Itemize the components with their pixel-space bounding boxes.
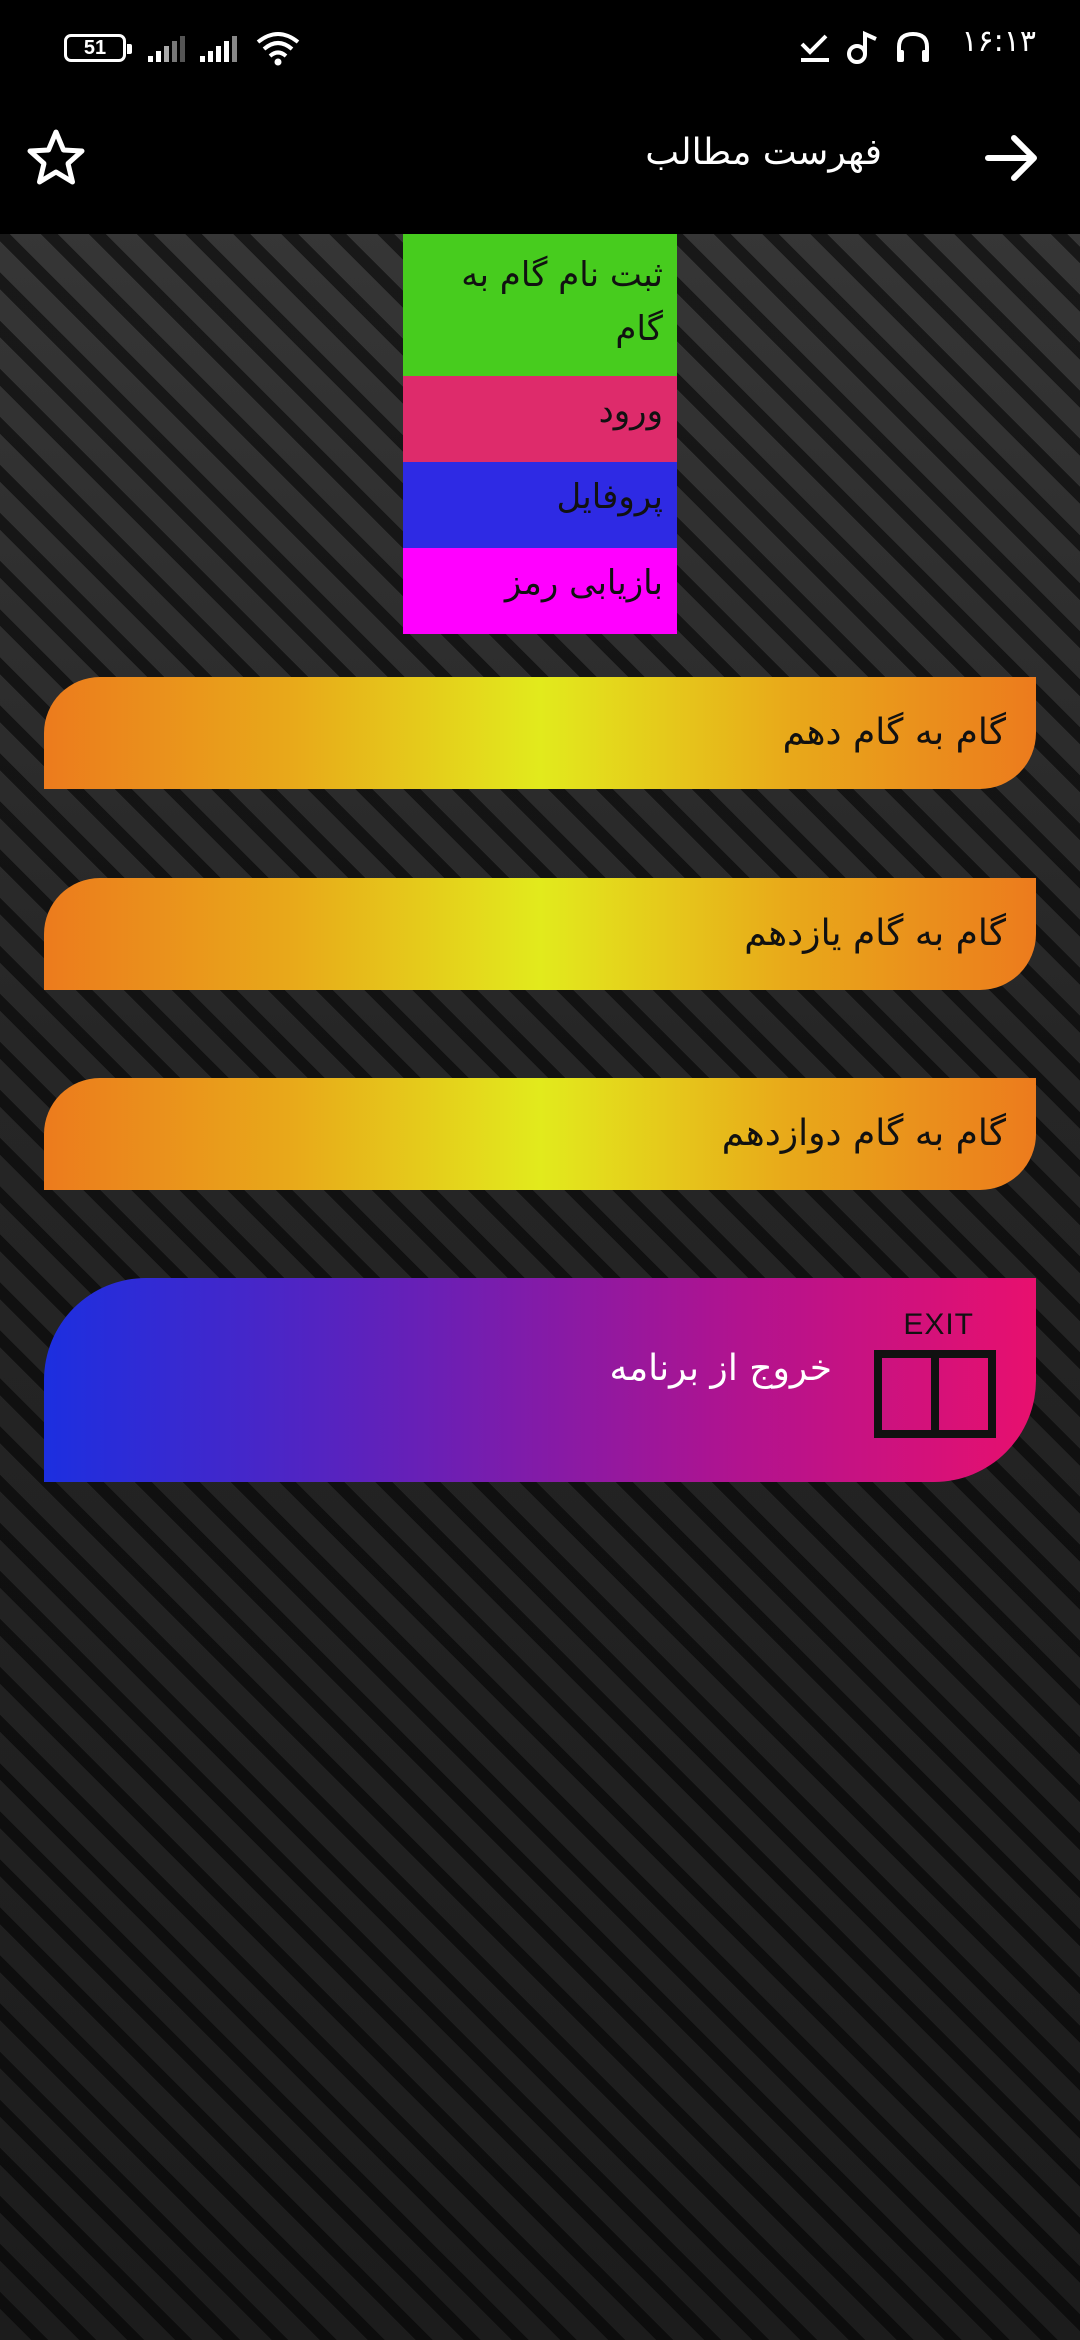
exit-app-button[interactable]: خروج از برنامه EXIT <box>44 1278 1036 1482</box>
favorite-star-icon[interactable] <box>24 126 88 190</box>
wifi-icon <box>256 32 300 66</box>
step-eleventh-button[interactable]: گام به گام یازدهم <box>44 878 1036 990</box>
app-screen: 51 ۱۶:۱۳ فهرست مطالب ثبت نام گام به گام … <box>0 0 1080 2340</box>
menu-item-password-recovery[interactable]: بازیابی رمز <box>403 548 677 634</box>
top-menu: ثبت نام گام به گام ورود پروفایل بازیابی … <box>403 234 677 634</box>
page-title: فهرست مطالب <box>645 132 882 173</box>
step-twelfth-button[interactable]: گام به گام دوازدهم <box>44 1078 1036 1190</box>
exit-app-label: خروج از برنامه <box>609 1348 832 1389</box>
status-time: ۱۶:۱۳ <box>961 24 1036 59</box>
cell-signal-icon-2 <box>200 36 237 62</box>
download-done-icon <box>800 34 829 62</box>
step-tenth-button[interactable]: گام به گام دهم <box>44 677 1036 789</box>
exit-door-icon <box>874 1350 996 1438</box>
back-arrow-icon[interactable] <box>980 126 1044 190</box>
battery-icon: 51 <box>64 34 132 62</box>
battery-level: 51 <box>83 37 107 59</box>
music-note-icon <box>847 30 877 64</box>
menu-item-profile[interactable]: پروفایل <box>403 462 677 548</box>
menu-item-login[interactable]: ورود <box>403 376 677 462</box>
headset-icon <box>897 31 929 62</box>
cell-signal-icon <box>148 36 185 62</box>
menu-item-register[interactable]: ثبت نام گام به گام <box>403 234 677 376</box>
toolbar: فهرست مطالب <box>0 96 1080 234</box>
status-bar: 51 ۱۶:۱۳ <box>0 0 1080 96</box>
